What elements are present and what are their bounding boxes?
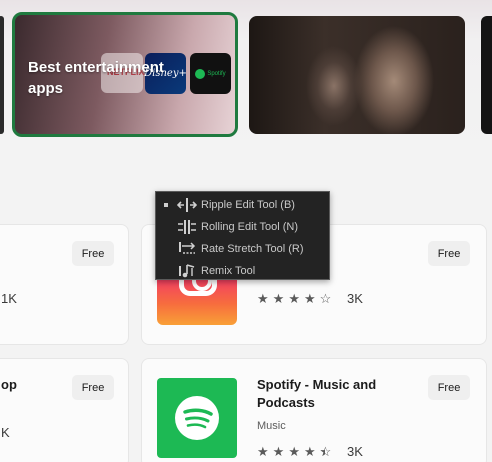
rolling-edit-icon: [176, 219, 198, 235]
menu-item-label: Ripple Edit Tool (B): [201, 199, 295, 211]
star-rating: ★ ★ ★ ★ ☆: [257, 445, 331, 458]
rate-stretch-icon: [176, 241, 198, 257]
game-artwork: [249, 16, 465, 134]
star-full-icon: ★: [272, 444, 285, 459]
price-badge[interactable]: Free: [428, 241, 470, 266]
game-hero-card[interactable]: [249, 16, 465, 134]
rating-count: 1K: [1, 291, 17, 306]
spotify-logo-icon: [195, 68, 206, 79]
menu-item-label: Rate Stretch Tool (R): [201, 243, 304, 255]
menu-item-label: Rolling Edit Tool (N): [201, 221, 299, 233]
star-full-icon: ★: [288, 444, 300, 459]
spotify-logo-text: Spotify: [207, 70, 226, 77]
star-full-icon: ★: [288, 291, 300, 306]
checked-indicator-icon: [156, 203, 176, 207]
star-full-icon: ★: [257, 444, 269, 459]
menu-item-label: Remix Tool: [201, 265, 256, 277]
price-badge[interactable]: Free: [72, 241, 114, 266]
next-hero-card[interactable]: [481, 16, 492, 134]
featured-collection-card[interactable]: NETFLIX Disney+ Spotify Best entertainme…: [12, 12, 238, 137]
menu-item-remix[interactable]: Remix Tool: [156, 260, 329, 282]
star-full-icon: ★: [272, 291, 285, 306]
remix-icon: [176, 263, 198, 279]
star-full-icon: ★: [257, 291, 269, 306]
app-category: Music: [257, 420, 286, 432]
app-name: Spotify - Music and Podcasts: [257, 377, 377, 410]
featured-collection-title: Best entertainment apps: [28, 59, 164, 97]
star-half-icon: ☆: [320, 445, 332, 458]
menu-item-ripple-edit[interactable]: Ripple Edit Tool (B): [156, 194, 329, 216]
price-badge[interactable]: Free: [72, 375, 114, 400]
app-card-left-bottom[interactable]: op Free K: [0, 358, 129, 462]
rating-count: 3K: [347, 291, 363, 306]
star-full-icon: ★: [303, 444, 316, 459]
app-card-left-top[interactable]: Free 1K: [0, 224, 129, 345]
rating-count: K: [1, 425, 10, 440]
spotify-logo-icon: [175, 396, 219, 440]
spotify-app-tile: Spotify: [190, 53, 231, 94]
rating-count: 3K: [347, 444, 363, 459]
star-full-icon: ★: [303, 291, 316, 306]
star-rating: ★ ★ ★ ★ ☆: [257, 292, 331, 305]
previous-hero-card[interactable]: [0, 16, 4, 134]
menu-item-rate-stretch[interactable]: Rate Stretch Tool (R): [156, 238, 329, 260]
menu-item-rolling-edit[interactable]: Rolling Edit Tool (N): [156, 216, 329, 238]
star-empty-icon: ☆: [319, 291, 332, 306]
edit-tool-menu: Ripple Edit Tool (B) Rolling Edit Tool (…: [155, 191, 330, 280]
app-name: op: [1, 377, 17, 392]
spotify-app-icon: [157, 378, 237, 458]
ripple-edit-icon: [176, 197, 198, 213]
price-badge[interactable]: Free: [428, 375, 470, 400]
